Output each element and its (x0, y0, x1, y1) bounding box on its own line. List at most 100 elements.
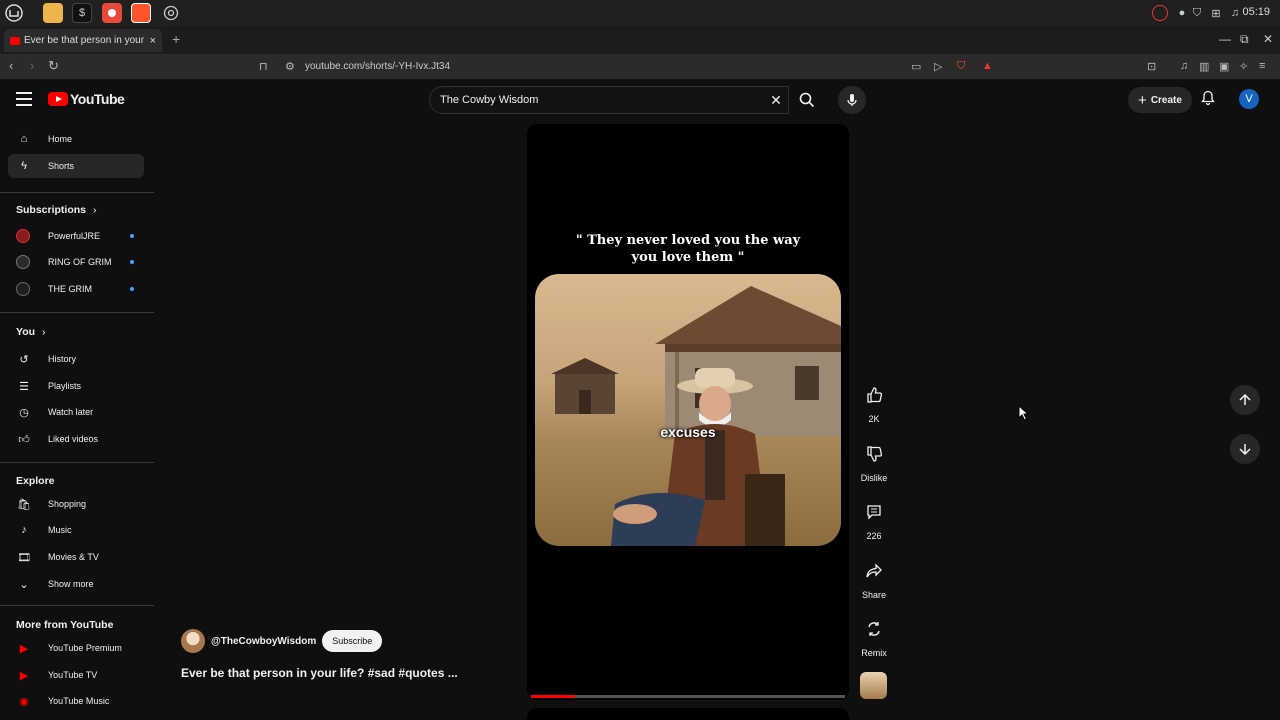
chrome-icon[interactable] (161, 3, 181, 23)
sidebar-item-shorts[interactable]: ϟ Shorts (8, 154, 144, 178)
more-from-youtube-heading: More from YouTube (16, 619, 114, 631)
sidebar-item-movies-tv[interactable]: 🎞︎ Movies & TV (8, 545, 144, 569)
sidebar-item-liked-videos[interactable]: 👍︎ Liked videos (8, 427, 144, 451)
like-button[interactable]: 2K (857, 380, 891, 424)
shield-icon[interactable]: ⛉ (1190, 6, 1204, 20)
sidebar-item-home[interactable]: ⌂ Home (8, 127, 144, 151)
channel-row: @TheCowboyWisdom Subscribe (181, 629, 383, 653)
url-field[interactable]: youtube.com/shorts/-YH-Ivx.Jt34 (305, 61, 450, 72)
maximize-icon[interactable]: ⧉ (1240, 32, 1249, 47)
shorts-player[interactable]: " They never loved you the way you love … (527, 124, 849, 700)
sidebar-item-history[interactable]: ↺ History (8, 347, 144, 371)
window-close-icon[interactable]: ✕ (1263, 32, 1273, 46)
site-info-icon[interactable]: ⚙ (285, 60, 295, 73)
mouse-cursor-icon (1018, 405, 1030, 421)
sidebar-item-playlists[interactable]: ☰ Playlists (8, 374, 144, 398)
subscription-powerfuljre[interactable]: PowerfulJRE (8, 224, 144, 248)
new-tab-button[interactable]: + (172, 31, 180, 47)
tray-app-icon[interactable] (1152, 5, 1168, 21)
dislike-label: Dislike (860, 473, 888, 483)
arrow-up-icon (1239, 394, 1251, 405)
next-short-button[interactable] (1230, 434, 1260, 464)
voice-search-button[interactable] (838, 86, 866, 114)
share-button[interactable]: Share (857, 556, 891, 600)
you-heading[interactable]: You › (16, 326, 45, 338)
brave-rewards-icon[interactable]: ▲ (982, 60, 993, 72)
mint-menu-icon[interactable] (4, 3, 24, 23)
tab-close-icon[interactable]: × (150, 35, 156, 47)
sidebar-toggle-icon[interactable]: ▥ (1199, 60, 1209, 73)
thumbs-down-icon (859, 439, 889, 469)
previous-short-button[interactable] (1230, 385, 1260, 415)
app-icon-red[interactable] (102, 3, 122, 23)
hamburger-menu-icon[interactable] (16, 92, 32, 106)
notifications-bell-icon[interactable] (1201, 90, 1215, 108)
remix-button[interactable]: Remix (857, 614, 891, 658)
cast-icon[interactable]: ▭ (911, 60, 921, 73)
share-icon (859, 556, 889, 586)
search-button[interactable] (789, 86, 825, 114)
sidebar-item-watch-later[interactable]: ◷ Watch later (8, 400, 144, 424)
sidebar-item-shopping[interactable]: 🛍︎ Shopping (8, 492, 144, 516)
minimize-icon[interactable]: — (1219, 32, 1231, 46)
sound-channel-avatar[interactable] (860, 672, 887, 699)
sidebar-item-youtube-tv[interactable]: ▶ YouTube TV (8, 663, 144, 687)
chevron-right-icon: › (92, 204, 97, 216)
channel-name[interactable]: @TheCowboyWisdom (211, 636, 316, 647)
sidebar-item-music[interactable]: ♪ Music (8, 518, 144, 542)
subscription-ring-of-grim[interactable]: RING OF GRIM (8, 250, 144, 274)
search-input[interactable] (440, 94, 764, 106)
music-icon: ♪ (21, 524, 27, 536)
liked-videos-icon: 👍︎ (18, 433, 30, 446)
sidebar-item-label: YouTube TV (48, 670, 98, 680)
next-short-preview[interactable] (527, 708, 849, 720)
send-icon[interactable]: ▷ (934, 60, 942, 73)
network-icon[interactable]: ⊞ (1209, 6, 1223, 20)
video-title[interactable]: Ever be that person in your life? #sad #… (181, 666, 458, 680)
forward-icon[interactable]: › (30, 58, 34, 73)
playlists-icon: ☰ (19, 380, 29, 393)
sidebar-item-label: Show more (48, 579, 94, 589)
channel-label: THE GRIM (48, 284, 92, 294)
watch-later-icon: ◷ (19, 406, 29, 419)
subscribe-button[interactable]: Subscribe (322, 630, 383, 652)
comments-button[interactable]: 226 (857, 497, 891, 541)
system-clock: 05:19 (1242, 6, 1270, 18)
new-content-dot (130, 234, 134, 238)
channel-avatar[interactable] (181, 629, 205, 653)
brave-shields-icon[interactable]: ⛉ (957, 60, 965, 73)
reload-icon[interactable]: ↻ (48, 58, 59, 74)
dislike-button[interactable]: Dislike (857, 439, 891, 483)
sidebar-item-youtube-music[interactable]: ◉ YouTube Music (8, 689, 144, 713)
sidebar-item-youtube-premium[interactable]: ▶ YouTube Premium (8, 636, 144, 660)
music-note-icon[interactable]: ♫ (1228, 6, 1242, 20)
tray-dot-icon[interactable]: ● (1175, 6, 1189, 20)
channel-avatar (16, 255, 30, 269)
video-progress-bar[interactable] (531, 695, 845, 698)
youtube-logo[interactable]: YouTube (48, 91, 125, 107)
subscription-the-grim[interactable]: THE GRIM (8, 277, 144, 301)
wallet-icon[interactable]: ▣ (1219, 60, 1229, 73)
subscriptions-heading[interactable]: Subscriptions › (16, 204, 96, 216)
sidebar-item-show-more[interactable]: ⌄ Show more (8, 572, 144, 596)
create-label: Create (1150, 94, 1182, 106)
brave-browser-icon[interactable] (131, 3, 151, 23)
screenshot-icon[interactable]: ⊡ (1147, 60, 1156, 73)
clear-search-icon[interactable]: ✕ (764, 92, 788, 109)
comment-icon (859, 497, 889, 527)
leo-ai-icon[interactable]: ✧ (1239, 60, 1248, 73)
bookmark-icon[interactable]: ⊓ (259, 60, 268, 73)
logo-text: YouTube (70, 91, 125, 107)
files-icon[interactable] (43, 3, 63, 23)
divider (0, 312, 154, 313)
media-icon[interactable]: ♫ (1180, 60, 1188, 72)
remix-label: Remix (861, 648, 887, 658)
plus-icon: + (1138, 91, 1147, 109)
sidebar-item-label: Movies & TV (48, 552, 99, 562)
terminal-icon[interactable]: $ (72, 3, 92, 23)
back-icon[interactable]: ‹ (9, 58, 13, 73)
account-avatar[interactable]: V (1239, 89, 1259, 109)
active-tab[interactable]: Ever be that person in your life? #sad #… (4, 29, 162, 52)
create-button[interactable]: + Create (1128, 87, 1192, 113)
browser-menu-icon[interactable]: ≡ (1259, 60, 1265, 72)
